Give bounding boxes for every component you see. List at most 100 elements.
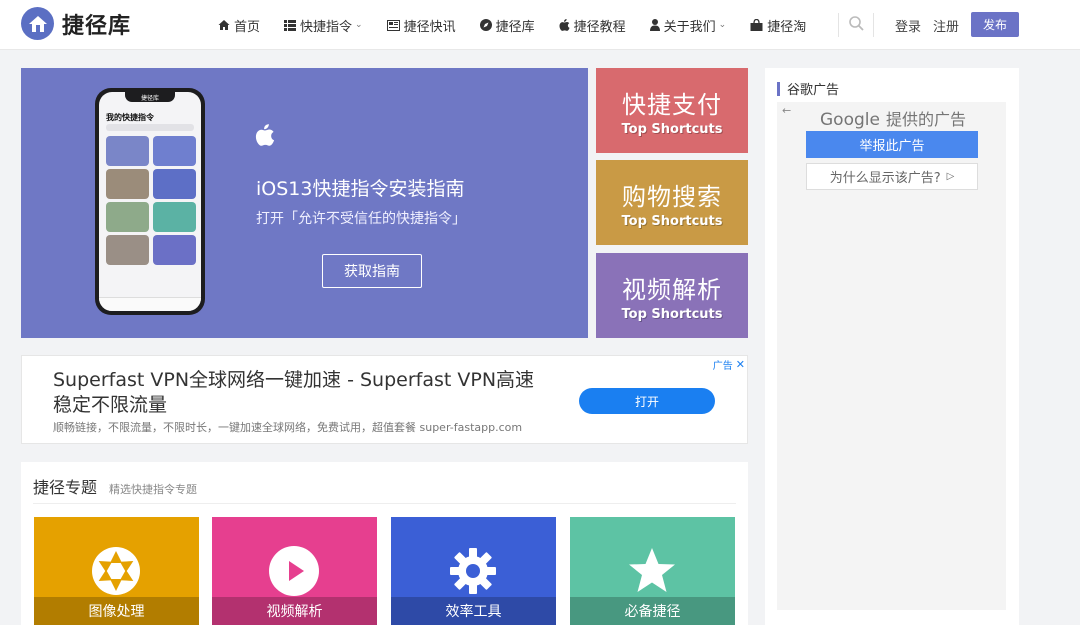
phone-search-bar: [106, 124, 194, 131]
newspaper-icon: [386, 19, 400, 31]
nav-news[interactable]: 捷径快讯: [386, 16, 456, 35]
nav-home-label: 首页: [234, 19, 261, 35]
hero-banner[interactable]: 捷径库 我的快捷指令 iOS13快捷指令安装指南 打开「允许不受信任的快捷指令」…: [21, 68, 588, 338]
grid-list-icon: [284, 19, 297, 31]
site-logo[interactable]: 捷径库: [21, 7, 131, 40]
nav-shop[interactable]: 捷径淘: [750, 16, 806, 35]
promo-subtitle: Top Shortcuts: [621, 121, 723, 137]
home-icon: [218, 19, 230, 31]
promo-card-payment[interactable]: 快捷支付 Top Shortcuts: [596, 68, 748, 153]
phone-tile: [153, 202, 196, 232]
promo-title: 购物搜索: [622, 182, 722, 211]
topic-card-essentials[interactable]: 必备捷径: [570, 517, 735, 625]
logo-text: 捷径库: [62, 13, 132, 39]
apple-icon: [559, 19, 570, 31]
phone-tile: [106, 202, 149, 232]
topic-label: 效率工具: [391, 597, 556, 625]
aperture-icon: [91, 546, 141, 600]
sidebar-title: 谷歌广告: [787, 83, 840, 98]
topic-label: 必备捷径: [570, 597, 735, 625]
ad-choices[interactable]: 广告 ✕: [713, 357, 745, 372]
house-logo-icon: [21, 7, 54, 40]
google-ad-label: Google 提供的广告: [820, 106, 966, 130]
main-nav: 首页 快捷指令 ⌄ 捷径快讯 捷径库 捷径教程 关于我们 ⌄ 捷径淘: [218, 0, 830, 50]
nav-shortcuts-label: 快捷指令: [300, 19, 353, 35]
phone-tile: [106, 235, 149, 265]
star-icon: [627, 546, 677, 600]
report-ad-button[interactable]: 举报此广告: [806, 131, 978, 158]
close-icon[interactable]: ✕: [736, 358, 745, 371]
apple-icon: [255, 123, 275, 151]
promo-card-shopping[interactable]: 购物搜索 Top Shortcuts: [596, 160, 748, 245]
promo-subtitle: Top Shortcuts: [621, 213, 723, 229]
phone-screen: 捷径库 我的快捷指令: [99, 92, 201, 311]
search-icon: [848, 15, 864, 35]
nav-about[interactable]: 关于我们 ⌄: [649, 16, 727, 35]
topic-label: 图像处理: [34, 597, 199, 625]
topic-label: 视频解析: [212, 597, 377, 625]
why-this-ad-label: 为什么显示该广告?: [829, 171, 941, 186]
register-link[interactable]: 注册: [933, 16, 959, 35]
publish-button[interactable]: 发布: [971, 12, 1019, 37]
ad-description: 顺畅链接，不限流量，不限时长，一键加速全球网络，免费试用，超值套餐 super-…: [53, 421, 523, 434]
nav-news-label: 捷径快讯: [403, 19, 456, 35]
chevron-down-icon: ⌄: [355, 20, 363, 30]
nav-about-label: 关于我们: [663, 19, 716, 35]
promo-title: 视频解析: [622, 275, 722, 304]
user-icon: [649, 19, 660, 31]
banner-subtitle: 打开「允许不受信任的快捷指令」: [256, 211, 466, 227]
play-circle-icon: [269, 546, 319, 600]
nav-tutorials-label: 捷径教程: [573, 19, 626, 35]
sidebar-header: 谷歌广告: [777, 79, 839, 98]
phone-shortcut-tiles: [106, 136, 196, 265]
phone-notch: 捷径库: [125, 92, 175, 102]
promo-subtitle: Top Shortcuts: [621, 306, 723, 322]
back-arrow-icon[interactable]: ←: [782, 104, 791, 117]
search-button[interactable]: [838, 13, 874, 37]
chevron-down-icon: ⌄: [718, 20, 727, 30]
topics-subtitle: 精选快捷指令专题: [109, 483, 198, 496]
divider: [33, 503, 736, 504]
sidebar: 谷歌广告 ← Google 提供的广告 举报此广告 为什么显示该广告? ▷: [765, 68, 1019, 625]
nav-tutorials[interactable]: 捷径教程: [559, 16, 626, 35]
topic-card-image[interactable]: 图像处理: [34, 517, 199, 625]
play-outline-icon: ▷: [946, 171, 955, 182]
promo-card-video[interactable]: 视频解析 Top Shortcuts: [596, 253, 748, 338]
phone-tile: [153, 169, 196, 199]
phone-heading: 我的快捷指令: [106, 113, 154, 122]
ad-title[interactable]: Superfast VPN全球网络一键加速 - Superfast VPN高速稳…: [53, 368, 553, 418]
topics-header: 捷径专题 精选快捷指令专题: [33, 474, 197, 498]
topic-card-video[interactable]: 视频解析: [212, 517, 377, 625]
vpn-ad-banner[interactable]: Superfast VPN全球网络一键加速 - Superfast VPN高速稳…: [21, 355, 748, 444]
nav-shortcuts[interactable]: 快捷指令 ⌄: [284, 16, 363, 35]
phone-tabbar: [99, 297, 201, 311]
get-guide-button[interactable]: 获取指南: [322, 254, 422, 288]
google-wordmark: Google: [820, 110, 880, 130]
topics-section: 捷径专题 精选快捷指令专题 图像处理 视频解析 效率工具 必备捷径: [21, 462, 748, 625]
topic-card-tools[interactable]: 效率工具: [391, 517, 556, 625]
phone-app-name: 捷径库: [140, 95, 159, 102]
topics-title: 捷径专题: [33, 478, 98, 497]
phone-tile: [153, 136, 196, 166]
shopping-bag-icon: [750, 19, 763, 31]
phone-tile: [153, 235, 196, 265]
phone-tile: [106, 136, 149, 166]
top-header: 捷径库 首页 快捷指令 ⌄ 捷径快讯 捷径库 捷径教程 关于我们 ⌄ 捷径淘 登…: [0, 0, 1080, 50]
why-this-ad-button[interactable]: 为什么显示该广告? ▷: [806, 163, 978, 190]
phone-tile: [106, 169, 149, 199]
ad-open-button[interactable]: 打开: [579, 388, 715, 414]
accent-bar: [777, 81, 780, 96]
nav-library-label: 捷径库: [495, 19, 535, 35]
promo-title: 快捷支付: [622, 90, 722, 119]
login-link[interactable]: 登录: [895, 16, 921, 35]
google-provided-text: 提供的广告: [885, 110, 966, 129]
google-ad-slot: ← Google 提供的广告 举报此广告 为什么显示该广告? ▷: [777, 102, 1006, 610]
nav-library[interactable]: 捷径库: [479, 16, 535, 35]
nav-shop-label: 捷径淘: [767, 19, 807, 35]
ad-mark-label: 广告: [712, 361, 733, 372]
nav-home[interactable]: 首页: [218, 16, 260, 35]
banner-title: iOS13快捷指令安装指南: [256, 178, 465, 200]
compass-icon: [479, 19, 492, 31]
cog-icon: [448, 546, 498, 600]
phone-mockup: 捷径库 我的快捷指令: [95, 88, 205, 315]
